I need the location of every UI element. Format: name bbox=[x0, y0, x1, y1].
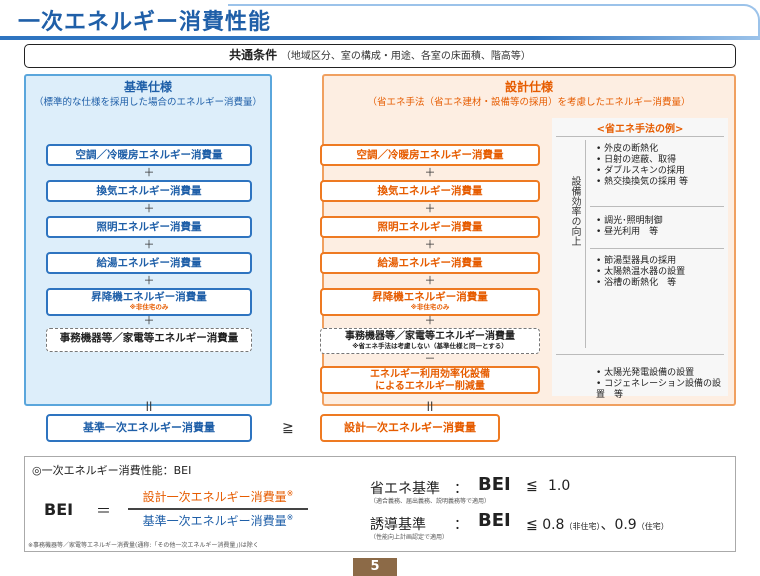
bei-denominator: 基準一次エネルギー消費量※ bbox=[128, 512, 308, 529]
list-item: 日射の遮蔽、取得 bbox=[596, 155, 726, 166]
minus-op: － bbox=[424, 352, 436, 365]
std2-tag2: （住宅） bbox=[636, 522, 669, 531]
design-sub: （省エネ手法（省エネ建材・設備等の採用）を考慮したエネルギー消費量） bbox=[367, 97, 691, 108]
std1-le: ≦ bbox=[526, 478, 538, 494]
equals-op: ll bbox=[145, 400, 153, 414]
examples-heading: <省エネ手法の例> bbox=[596, 124, 684, 135]
design-heading: 設計仕様 bbox=[504, 80, 553, 94]
examples-vertical-divider bbox=[585, 140, 586, 348]
bei-numerator-text: 設計一次エネルギー消費量 bbox=[142, 490, 287, 504]
design-item-reduction: エネルギー利用効率化設備 によるエネルギー削減量 bbox=[320, 366, 540, 394]
base-heading: 基準仕様 bbox=[123, 80, 172, 94]
plus-op: ＋ bbox=[424, 274, 436, 287]
list-item: 太陽光発電設備の設置 bbox=[596, 368, 728, 379]
std1-sub: （適合義務、届出義務、説明義務等で適用） bbox=[370, 498, 491, 505]
fraction-bar bbox=[128, 508, 308, 510]
plus-op: ＋ bbox=[424, 238, 436, 251]
list-item: 節湯型器具の採用 bbox=[596, 256, 726, 267]
bei-footnote: ※事務機器等／家電等エネルギー消費量(通称:「その他一次エネルギー消費量」)は除… bbox=[28, 542, 259, 549]
base-total: 基準一次エネルギー消費量 bbox=[46, 414, 252, 442]
std2-value2: 0.9 bbox=[614, 517, 637, 533]
design-office-note: ※省エネ手法は考慮しない（基準仕様と同一とする） bbox=[352, 342, 508, 350]
base-item-hotwater: 給湯エネルギー消費量 bbox=[46, 252, 252, 274]
std1-label: 省エネ基準 bbox=[370, 481, 440, 497]
examples-group-envelope: 外皮の断熱化 日射の遮蔽、取得 ダブルスキンの採用 熱交換換気の採用 等 bbox=[596, 144, 726, 188]
examples-separator bbox=[590, 206, 724, 207]
examples-group-hotwater: 節湯型器具の採用 太陽熱温水器の設置 浴槽の断熱化 等 bbox=[596, 256, 726, 289]
base-item-ventilation: 換気エネルギー消費量 bbox=[46, 180, 252, 202]
design-item-elevator: 昇降機エネルギー消費量 ※非住宅のみ bbox=[320, 288, 540, 316]
plus-op: ＋ bbox=[424, 314, 436, 327]
base-elevator-note: ※非住宅のみ bbox=[129, 303, 169, 311]
list-item: ダブルスキンの採用 bbox=[596, 166, 726, 177]
greater-equal-sign: ≧ bbox=[282, 420, 294, 436]
design-item-ventilation: 換気エネルギー消費量 bbox=[320, 180, 540, 202]
reduction-line1: エネルギー利用効率化設備 bbox=[370, 369, 490, 380]
list-item: 太陽熱温水器の設置 bbox=[596, 267, 726, 278]
base-elevator-label: 昇降機エネルギー消費量 bbox=[91, 291, 207, 303]
std2-bei: BEI bbox=[478, 510, 511, 531]
std2-colon: ： bbox=[454, 517, 468, 533]
equals-op: ll bbox=[426, 400, 434, 414]
bei-numerator-mark: ※ bbox=[286, 489, 294, 498]
design-item-office: 事務機器等／家電等エネルギー消費量 ※省エネ手法は考慮しない（基準仕様と同一とす… bbox=[320, 328, 540, 354]
examples-group-generation: 太陽光発電設備の設置 コジェネレーション設備の設置 等 bbox=[596, 368, 728, 401]
base-item-office: 事務機器等／家電等エネルギー消費量 bbox=[46, 328, 252, 352]
std1-value: 1.0 bbox=[548, 478, 571, 494]
std2-le: ≦ bbox=[526, 517, 538, 533]
design-item-lighting: 照明エネルギー消費量 bbox=[320, 216, 540, 238]
base-sub: （標準的な仕様を採用した場合のエネルギー消費量） bbox=[33, 97, 262, 108]
base-item-elevator: 昇降機エネルギー消費量 ※非住宅のみ bbox=[46, 288, 252, 316]
examples-group-lighting: 調光･照明制御 昼光利用 等 bbox=[596, 216, 726, 238]
std2-values: ≦ 0.8（非住宅）、0.9（住宅） bbox=[526, 514, 669, 534]
std2-sub: （性能向上計画認定で適用） bbox=[370, 534, 449, 541]
plus-op: ＋ bbox=[424, 166, 436, 179]
list-item: コジェネレーション設備の設置 等 bbox=[596, 379, 728, 401]
examples-separator bbox=[556, 354, 724, 355]
examples-separator bbox=[590, 248, 724, 249]
common-label: 共通条件 bbox=[229, 48, 278, 62]
design-item-hotwater: 給湯エネルギー消費量 bbox=[320, 252, 540, 274]
bei-denominator-text: 基準一次エネルギー消費量 bbox=[142, 514, 287, 528]
bei-heading: ◎一次エネルギー消費性能：BEI bbox=[32, 464, 192, 477]
bei-numerator: 設計一次エネルギー消費量※ bbox=[128, 488, 308, 505]
plus-op: ＋ bbox=[424, 202, 436, 215]
design-elevator-note: ※非住宅のみ bbox=[410, 303, 450, 311]
std2-sep: 、 bbox=[600, 517, 615, 533]
design-office-label: 事務機器等／家電等エネルギー消費量 bbox=[345, 331, 515, 342]
std2-tag1: （非住宅） bbox=[564, 522, 601, 531]
page-title: 一次エネルギー消費性能 bbox=[18, 10, 272, 35]
plus-op: ＋ bbox=[143, 202, 155, 215]
list-item: 昼光利用 等 bbox=[596, 227, 726, 238]
list-item: 熱交換換気の採用 等 bbox=[596, 177, 726, 188]
list-item: 浴槽の断熱化 等 bbox=[596, 278, 726, 289]
plus-op: ＋ bbox=[143, 274, 155, 287]
examples-divider bbox=[556, 136, 724, 137]
bei-label: BEI bbox=[44, 500, 74, 519]
base-item-lighting: 照明エネルギー消費量 bbox=[46, 216, 252, 238]
title-decoration bbox=[228, 4, 760, 36]
bei-equals: ＝ bbox=[96, 502, 112, 520]
list-item: 外皮の断熱化 bbox=[596, 144, 726, 155]
title-underline bbox=[0, 36, 760, 40]
design-elevator-label: 昇降機エネルギー消費量 bbox=[372, 291, 488, 303]
plus-op: ＋ bbox=[143, 238, 155, 251]
bei-denominator-mark: ※ bbox=[286, 513, 294, 522]
reduction-line2: によるエネルギー削減量 bbox=[375, 381, 485, 392]
design-total: 設計一次エネルギー消費量 bbox=[320, 414, 500, 442]
plus-op: ＋ bbox=[143, 314, 155, 327]
base-item-hvac: 空調／冷暖房エネルギー消費量 bbox=[46, 144, 252, 166]
common-conditions: 共通条件 （地域区分、室の構成・用途、各室の床面積、階高等） bbox=[24, 44, 736, 68]
common-detail: （地域区分、室の構成・用途、各室の床面積、階高等） bbox=[280, 51, 531, 62]
std1-bei: BEI bbox=[478, 474, 511, 495]
plus-op: ＋ bbox=[143, 166, 155, 179]
list-item: 調光･照明制御 bbox=[596, 216, 726, 227]
examples-vertical-label: 設備効率の向上 bbox=[569, 176, 580, 246]
design-item-hvac: 空調／冷暖房エネルギー消費量 bbox=[320, 144, 540, 166]
std1-colon: ： bbox=[454, 481, 468, 497]
page-number: 5 bbox=[353, 558, 397, 576]
std2-label: 誘導基準 bbox=[370, 517, 426, 533]
std2-value1: 0.8 bbox=[542, 517, 565, 533]
